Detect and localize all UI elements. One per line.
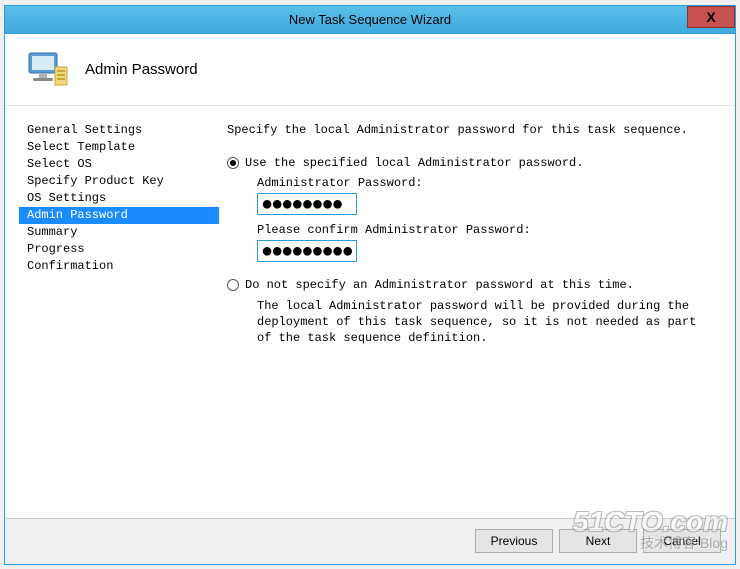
cancel-button[interactable]: Cancel: [643, 529, 721, 553]
wizard-window: New Task Sequence Wizard X Admin Passwor…: [4, 5, 736, 565]
next-button[interactable]: Next: [559, 529, 637, 553]
radio-use-password[interactable]: [227, 157, 239, 169]
main-panel: Specify the local Administrator password…: [219, 114, 721, 518]
admin-password-label: Administrator Password:: [257, 176, 713, 190]
header-section: Admin Password: [5, 34, 735, 106]
wizard-steps-sidebar: General Settings Select Template Select …: [19, 114, 219, 518]
window-title: New Task Sequence Wizard: [289, 12, 451, 27]
option-no-password: Do not specify an Administrator password…: [227, 278, 713, 346]
admin-password-field[interactable]: ●●●●●●●●: [257, 193, 357, 215]
radio-no-password-label: Do not specify an Administrator password…: [245, 278, 634, 292]
sidebar-item-summary[interactable]: Summary: [19, 224, 219, 241]
close-button[interactable]: X: [687, 6, 735, 28]
radio-no-password[interactable]: [227, 279, 239, 291]
content-area: General Settings Select Template Select …: [5, 106, 735, 518]
confirm-password-label: Please confirm Administrator Password:: [257, 223, 713, 237]
confirm-password-field[interactable]: ●●●●●●●●●: [257, 240, 357, 262]
sidebar-item-select-template[interactable]: Select Template: [19, 139, 219, 156]
sidebar-item-confirmation[interactable]: Confirmation: [19, 258, 219, 275]
sidebar-item-os-settings[interactable]: OS Settings: [19, 190, 219, 207]
sidebar-item-general-settings[interactable]: General Settings: [19, 122, 219, 139]
previous-button[interactable]: Previous: [475, 529, 553, 553]
computer-icon: [23, 45, 71, 93]
sidebar-item-progress[interactable]: Progress: [19, 241, 219, 258]
close-icon: X: [706, 9, 715, 25]
instruction-text: Specify the local Administrator password…: [227, 122, 713, 138]
sidebar-item-admin-password[interactable]: Admin Password: [19, 207, 219, 224]
no-password-helper: The local Administrator password will be…: [257, 298, 713, 346]
option-use-password: Use the specified local Administrator pa…: [227, 156, 713, 262]
sidebar-item-specify-product-key[interactable]: Specify Product Key: [19, 173, 219, 190]
titlebar: New Task Sequence Wizard X: [5, 6, 735, 34]
page-title: Admin Password: [85, 61, 198, 78]
radio-use-password-label: Use the specified local Administrator pa…: [245, 156, 583, 170]
button-footer: Previous Next Cancel: [5, 518, 735, 564]
sidebar-item-select-os[interactable]: Select OS: [19, 156, 219, 173]
